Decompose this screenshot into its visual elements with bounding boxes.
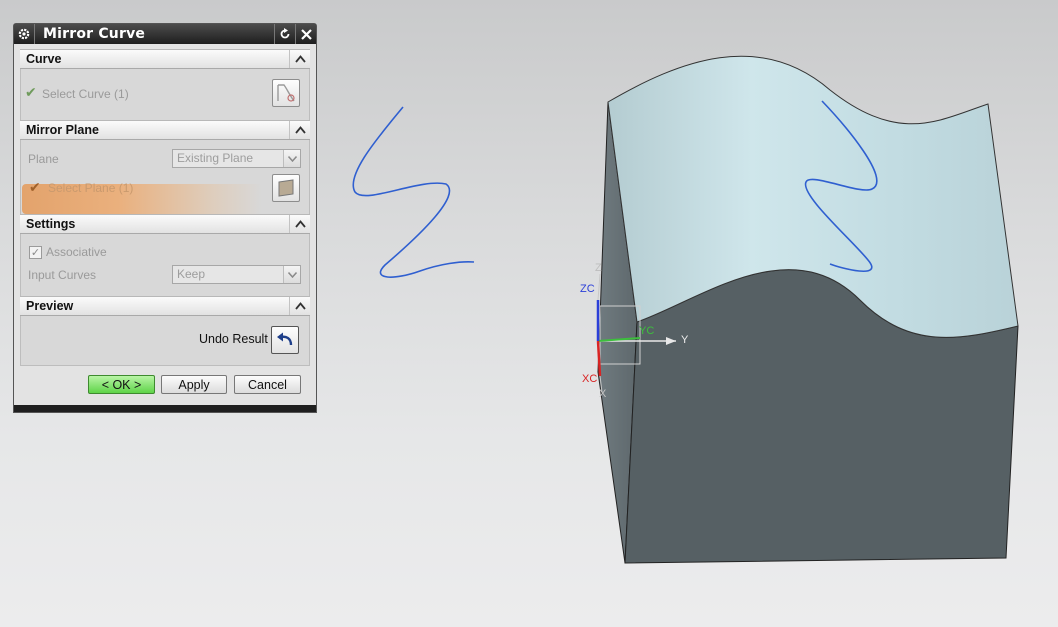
close-icon[interactable] — [295, 24, 316, 44]
chevron-up-icon[interactable] — [289, 50, 310, 68]
undo-result-button[interactable] — [271, 326, 299, 354]
reset-icon[interactable] — [274, 24, 295, 44]
associative-checkbox[interactable]: ✓ — [29, 246, 42, 259]
undo-result-label: Undo Result — [199, 332, 268, 346]
preview-section-title: Preview — [26, 299, 74, 313]
checkmark-icon: ✔ — [29, 180, 41, 196]
settings-section-title: Settings — [26, 217, 76, 231]
input-curves-label: Input Curves — [28, 268, 97, 282]
preview-section-body: Undo Result — [20, 316, 310, 366]
zc-axis-label: ZC — [580, 283, 595, 295]
y-axis-label: Y — [681, 334, 689, 346]
preview-section-header[interactable]: Preview — [20, 296, 310, 316]
xc-axis-label: XC — [582, 373, 598, 385]
curve-section-body: ✔ Select Curve (1) — [20, 69, 310, 120]
plane-type-value: Existing Plane — [177, 151, 254, 165]
select-plane-button[interactable] — [272, 174, 300, 202]
select-curve-label[interactable]: Select Curve (1) — [42, 87, 129, 101]
settings-section-header[interactable]: Settings — [20, 214, 310, 234]
plane-select-icon — [278, 179, 294, 197]
z-axis-line — [597, 273, 601, 301]
curve-section-header[interactable]: Curve — [20, 49, 310, 69]
gear-icon[interactable] — [14, 24, 35, 44]
mirror-plane-section-title: Mirror Plane — [26, 123, 99, 137]
dialog-title: Mirror Curve — [43, 26, 146, 42]
dialog-footer-bar — [14, 405, 316, 412]
chevron-up-icon[interactable] — [289, 297, 310, 315]
chevron-up-icon[interactable] — [289, 215, 310, 233]
z-axis-label: Z — [595, 262, 602, 274]
input-curves-value: Keep — [177, 267, 206, 281]
associative-label: Associative — [46, 245, 107, 259]
curve-select-icon — [277, 84, 295, 102]
undo-icon — [277, 332, 293, 346]
checkmark-icon: ✔ — [25, 85, 37, 101]
settings-section-body: ✓ Associative Input Curves Keep — [20, 234, 310, 296]
yc-axis-label: YC — [639, 325, 655, 337]
x-axis-label: X — [599, 388, 607, 400]
dialog-titlebar[interactable]: Mirror Curve — [14, 24, 316, 44]
apply-button[interactable]: Apply — [161, 375, 227, 394]
select-curve-button[interactable] — [272, 79, 300, 107]
ok-button[interactable]: < OK > — [88, 375, 155, 394]
input-curves-dropdown[interactable]: Keep — [172, 265, 301, 284]
chevron-down-icon[interactable] — [283, 266, 300, 283]
chevron-up-icon[interactable] — [289, 121, 310, 139]
mirror-curve-dialog: Mirror Curve Curve ✔ Select Curve (1) Mi… — [13, 23, 317, 413]
chevron-down-icon[interactable] — [283, 150, 300, 167]
mirror-plane-section-header[interactable]: Mirror Plane — [20, 120, 310, 140]
original-curve[interactable] — [352, 106, 475, 278]
curve-section-title: Curve — [26, 52, 62, 66]
plane-label: Plane — [28, 152, 59, 166]
plane-type-dropdown[interactable]: Existing Plane — [172, 149, 301, 168]
select-plane-label[interactable]: Select Plane (1) — [48, 181, 133, 195]
cancel-button[interactable]: Cancel — [234, 375, 301, 394]
